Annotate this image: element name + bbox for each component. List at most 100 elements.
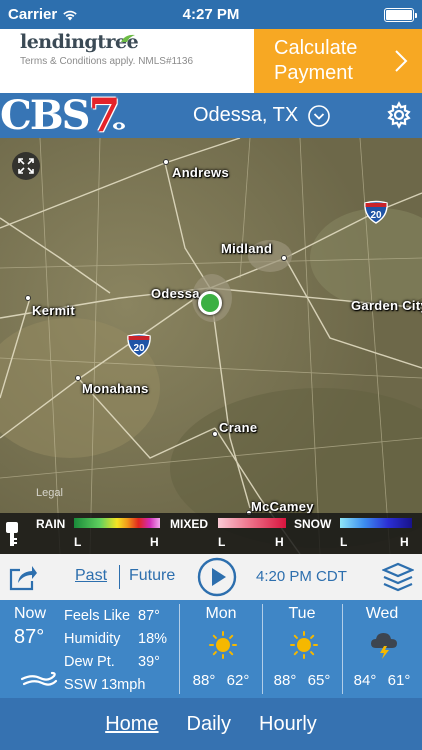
calculate-payment-button[interactable]: Calculate Payment: [254, 29, 422, 93]
city-dot: [163, 159, 169, 165]
expand-icon: [18, 158, 34, 174]
dewpoint-value: 39°: [138, 654, 160, 670]
interstate-shield-icon: 20: [364, 200, 388, 224]
rain-low: L: [74, 535, 82, 549]
logo-text: CBS: [0, 92, 91, 139]
radar-timestamp: 4:20 PM CDT: [256, 568, 347, 585]
legal-link[interactable]: Legal: [36, 487, 63, 499]
thunderstorm-icon: [371, 633, 397, 659]
snow-high: H: [400, 535, 409, 549]
day-temps: 84° 61°: [342, 672, 422, 689]
city-label-garden-city: Garden City: [351, 298, 422, 313]
station-logo: CBS 7: [0, 88, 126, 142]
shield-number: 20: [370, 210, 382, 221]
past-toggle[interactable]: Past: [75, 567, 107, 585]
battery-icon: [384, 8, 417, 22]
ad-terms: Terms & Conditions apply. NMLS#1136: [20, 56, 194, 67]
mixed-high: H: [275, 535, 284, 549]
carrier-label: Carrier: [8, 6, 58, 23]
gear-icon[interactable]: [385, 101, 413, 129]
wind-icon: [20, 671, 58, 686]
feels-like-value: 87°: [138, 608, 160, 624]
sun-icon: [290, 631, 318, 659]
feels-like-label: Feels Like: [64, 608, 131, 624]
layers-icon[interactable]: [382, 562, 414, 592]
day-temps: 88° 62°: [181, 672, 261, 689]
bottom-nav: Home Daily Hourly: [0, 698, 422, 750]
cta-label: Calculate Payment: [274, 37, 358, 84]
city-dot: [75, 375, 81, 381]
forecast-day-mon[interactable]: Mon 88° 62°: [181, 600, 261, 698]
city-dot: [281, 255, 287, 261]
leaf-icon: [121, 34, 135, 42]
future-toggle[interactable]: Future: [129, 567, 175, 585]
city-label-kermit: Kermit: [32, 303, 75, 318]
shield-number: 20: [133, 343, 145, 354]
share-icon[interactable]: [8, 562, 38, 592]
day-temps: 88° 65°: [262, 672, 342, 689]
now-label: Now: [14, 605, 47, 622]
low-temp: 65°: [307, 672, 331, 689]
ad-banner[interactable]: lendingtree Terms & Conditions apply. NM…: [0, 29, 422, 93]
divider: [179, 604, 180, 694]
location-pin[interactable]: [198, 291, 222, 315]
wind-value: SSW 13mph: [64, 677, 146, 693]
sun-icon: [209, 631, 237, 659]
wifi-icon: [63, 10, 77, 20]
play-button[interactable]: [197, 557, 237, 597]
rain-label: RAIN: [36, 517, 66, 531]
tab-hourly[interactable]: Hourly: [259, 713, 317, 736]
status-bar: Carrier 4:27 PM: [0, 0, 422, 29]
day-name: Mon: [205, 605, 237, 622]
current-conditions[interactable]: Now 87° Feels Like 87° Humidity 18% Dew Pt…: [0, 600, 179, 698]
day-name: Wed: [365, 605, 399, 622]
low-temp: 61°: [387, 672, 411, 689]
rain-gradient: [74, 518, 160, 528]
city-dot: [25, 295, 31, 301]
key-icon[interactable]: [5, 521, 19, 547]
city-dot: [212, 431, 218, 437]
snow-label: SNOW: [294, 517, 332, 531]
dewpoint-label: Dew Pt.: [64, 654, 115, 670]
high-temp: 88°: [273, 672, 297, 689]
forecast-day-tue[interactable]: Tue 88° 65°: [262, 600, 342, 698]
rain-high: H: [150, 535, 159, 549]
day-name: Tue: [288, 605, 316, 622]
city-label-midland: Midland: [221, 241, 273, 256]
tab-home[interactable]: Home: [105, 713, 158, 736]
city-label-monahans: Monahans: [82, 381, 149, 396]
radar-legend: RAIN L H MIXED L H SNOW L H: [0, 513, 422, 554]
humidity-label: Humidity: [64, 631, 121, 647]
current-temp: 87°: [14, 626, 45, 648]
mixed-label: MIXED: [170, 517, 209, 531]
forecast-day-wed[interactable]: Wed 84° 61°: [342, 600, 422, 698]
divider: [119, 565, 120, 589]
low-temp: 62°: [226, 672, 250, 689]
tab-daily[interactable]: Daily: [187, 713, 231, 736]
cbs-eye-icon: [112, 121, 126, 131]
current-details: Feels Like 87° Humidity 18% Dew Pt. 39° SSW…: [64, 605, 167, 697]
city-label-crane: Crane: [219, 420, 258, 435]
location-selector[interactable]: Odessa, TX: [193, 93, 331, 138]
conditions-panel: Now 87° Feels Like 87° Humidity 18% Dew Pt…: [0, 600, 422, 698]
expand-map-button[interactable]: [12, 152, 40, 180]
high-temp: 88°: [192, 672, 216, 689]
app-header: CBS 7 Odessa, TX: [0, 88, 422, 142]
city-label-odessa: Odessa: [151, 286, 200, 301]
chevron-right-icon: [395, 50, 408, 72]
location-label: Odessa, TX: [193, 104, 299, 126]
radar-map[interactable]: Andrews Midland Odessa Kermit Garden Cit…: [0, 138, 422, 554]
logo-number: 7: [88, 88, 121, 142]
snow-low: L: [340, 535, 348, 549]
high-temp: 84°: [353, 672, 377, 689]
map-terrain: [0, 138, 422, 554]
city-label-andrews: Andrews: [172, 165, 230, 180]
chevron-down-icon: [308, 104, 331, 127]
carrier-group: Carrier: [8, 6, 78, 23]
mixed-gradient: [218, 518, 286, 528]
mixed-low: L: [218, 535, 226, 549]
interstate-shield-icon: 20: [127, 333, 151, 357]
humidity-value: 18%: [138, 631, 168, 647]
snow-gradient: [340, 518, 412, 528]
timeline-bar: Past Future 4:20 PM CDT: [0, 554, 422, 600]
